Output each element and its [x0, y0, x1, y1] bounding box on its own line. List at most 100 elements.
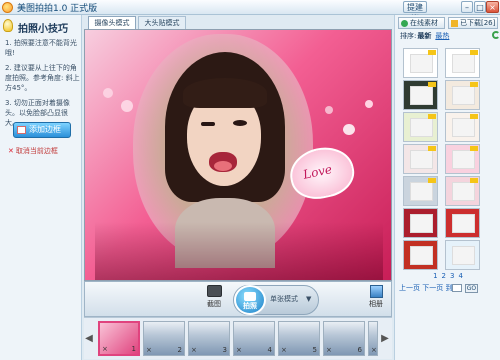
- frame-thumbnail[interactable]: [445, 208, 480, 238]
- camera-preview: Love: [84, 29, 392, 281]
- tip-item: 1. 拍照要注意不能背光哦!: [5, 39, 77, 57]
- photo-thumbnail[interactable]: × 2: [143, 321, 185, 356]
- frame-thumbnail[interactable]: [403, 144, 438, 174]
- shoot-group: 拍照 单张模式 ▼: [233, 285, 319, 315]
- tab-camera-mode[interactable]: 摄像头模式: [88, 16, 136, 29]
- photo-thumbnail[interactable]: × 4: [233, 321, 275, 356]
- frame-thumbnail[interactable]: [445, 144, 480, 174]
- folder-icon: [451, 20, 458, 27]
- close-button[interactable]: ×: [486, 1, 499, 13]
- downloaded-tag-icon: [470, 146, 478, 151]
- chevron-down-icon[interactable]: ▼: [306, 295, 311, 303]
- feedback-button[interactable]: 提建议: [403, 1, 427, 23]
- heart-decoration: [103, 88, 113, 98]
- downloaded-tag-icon: [428, 114, 436, 119]
- delete-thumb-icon[interactable]: ×: [191, 346, 197, 354]
- minimize-button[interactable]: –: [461, 1, 473, 13]
- sort-newest-link[interactable]: 最新: [417, 32, 431, 40]
- heart-decoration: [121, 100, 133, 112]
- add-frame-button[interactable]: 添加边框: [13, 122, 71, 138]
- album-icon: [369, 285, 383, 298]
- jump-label: 到: [445, 284, 453, 292]
- filmstrip-prev-button[interactable]: ◀: [84, 330, 94, 348]
- sort-label: 排序:: [400, 32, 417, 40]
- next-page-link[interactable]: 下一页: [422, 284, 443, 292]
- tips-header: 拍照小技巧: [3, 18, 79, 35]
- frame-photo-slot: [452, 54, 475, 73]
- shutter-camera-icon: [244, 292, 256, 301]
- photo-thumbnail[interactable]: ×: [368, 321, 378, 356]
- frame-thumbnail[interactable]: [445, 240, 480, 270]
- page-link[interactable]: 1: [433, 272, 437, 280]
- shoot-mode-select[interactable]: 单张模式: [270, 294, 298, 304]
- delete-thumb-icon[interactable]: ×: [146, 346, 152, 354]
- sort-hot-link[interactable]: 最热: [435, 32, 449, 40]
- delete-thumb-icon[interactable]: ×: [326, 346, 332, 354]
- frame-photo-slot: [410, 150, 433, 169]
- delete-thumb-icon[interactable]: ×: [281, 346, 287, 354]
- page-link[interactable]: 4: [458, 272, 462, 280]
- shoot-button[interactable]: 拍照: [234, 285, 266, 315]
- capture-controls: 截图 拍照 单张模式 ▼ 相册: [84, 281, 392, 317]
- tab-online-label: 在线素材: [410, 19, 438, 27]
- frame-photo-slot: [410, 86, 433, 105]
- cancel-frame-link[interactable]: ✕ 取消当前边框: [8, 146, 58, 156]
- page-link[interactable]: 2: [442, 272, 446, 280]
- delete-thumb-icon[interactable]: ×: [236, 346, 242, 354]
- tab-downloaded[interactable]: 已下载[26]: [448, 17, 498, 29]
- frame-thumbnail[interactable]: [403, 48, 438, 78]
- globe-icon: [401, 20, 408, 27]
- thumb-number: 2: [177, 346, 182, 354]
- photo-thumbnail[interactable]: × 5: [278, 321, 320, 356]
- tab-photo-sticker-mode[interactable]: 大头贴模式: [138, 16, 186, 29]
- heart-decoration: [325, 106, 333, 114]
- tab-online-materials[interactable]: 在线素材: [398, 17, 445, 29]
- frame-photo-slot: [452, 86, 475, 105]
- delete-thumb-icon[interactable]: ×: [102, 345, 108, 353]
- frame-thumbnail[interactable]: [403, 240, 438, 270]
- page-number-input[interactable]: [452, 284, 463, 292]
- frame-photo-slot: [452, 118, 475, 137]
- frame-thumbnail[interactable]: [445, 176, 480, 206]
- prev-page-link[interactable]: 上一页: [399, 284, 420, 292]
- frame-thumbnail[interactable]: [403, 112, 438, 142]
- shoot-label: 拍照: [243, 302, 257, 310]
- filmstrip-next-button[interactable]: ▶: [380, 330, 390, 348]
- portrait-tongue: [214, 161, 232, 171]
- frame-photo-slot: [410, 246, 433, 265]
- cancel-x-icon: ✕: [8, 147, 14, 155]
- frame-photo-slot: [452, 214, 475, 233]
- album-label: 相册: [369, 300, 383, 308]
- frame-thumbnail[interactable]: [403, 80, 438, 110]
- frame-photo-slot: [410, 54, 433, 73]
- photo-thumbnail[interactable]: × 1: [98, 321, 140, 356]
- page-link[interactable]: 3: [450, 272, 454, 280]
- frame-thumbnail[interactable]: [403, 176, 438, 206]
- tips-panel: 拍照小技巧 1. 拍照要注意不能背光哦! 2. 建议要从上往下的角度拍照。参考角…: [0, 15, 82, 360]
- delete-thumb-icon[interactable]: ×: [371, 346, 377, 354]
- frame-thumbnail[interactable]: [445, 80, 480, 110]
- downloaded-tag-icon: [470, 178, 478, 183]
- screenshot-label: 截图: [207, 300, 221, 308]
- photo-thumbnail[interactable]: × 3: [188, 321, 230, 356]
- photo-thumbnail[interactable]: × 6: [323, 321, 365, 356]
- downloaded-tag-icon: [428, 82, 436, 87]
- portrait-eye: [201, 122, 215, 126]
- frame-photo-slot: [410, 182, 433, 201]
- frame-photo-slot: [452, 150, 475, 169]
- downloaded-tag-icon: [428, 50, 436, 55]
- tip-item: 2. 建议要从上往下的角度拍照。参考角度: 斜上方45°。: [5, 64, 80, 92]
- tips-list: 1. 拍照要注意不能背光哦! 2. 建议要从上往下的角度拍照。参考角度: 斜上方…: [5, 38, 81, 133]
- refresh-icon[interactable]: [492, 31, 500, 39]
- screenshot-button[interactable]: 截图: [201, 285, 227, 315]
- frame-thumbnail[interactable]: [403, 208, 438, 238]
- portrait-eye: [233, 120, 247, 126]
- downloaded-tag-icon: [470, 114, 478, 119]
- album-button[interactable]: 相册: [363, 285, 389, 315]
- frame-thumbnail[interactable]: [445, 112, 480, 142]
- pager: 1234: [395, 272, 500, 280]
- heart-decoration: [343, 124, 355, 135]
- maximize-button[interactable]: □: [474, 1, 486, 13]
- frame-thumbnail[interactable]: [445, 48, 480, 78]
- go-button[interactable]: GO: [464, 284, 479, 293]
